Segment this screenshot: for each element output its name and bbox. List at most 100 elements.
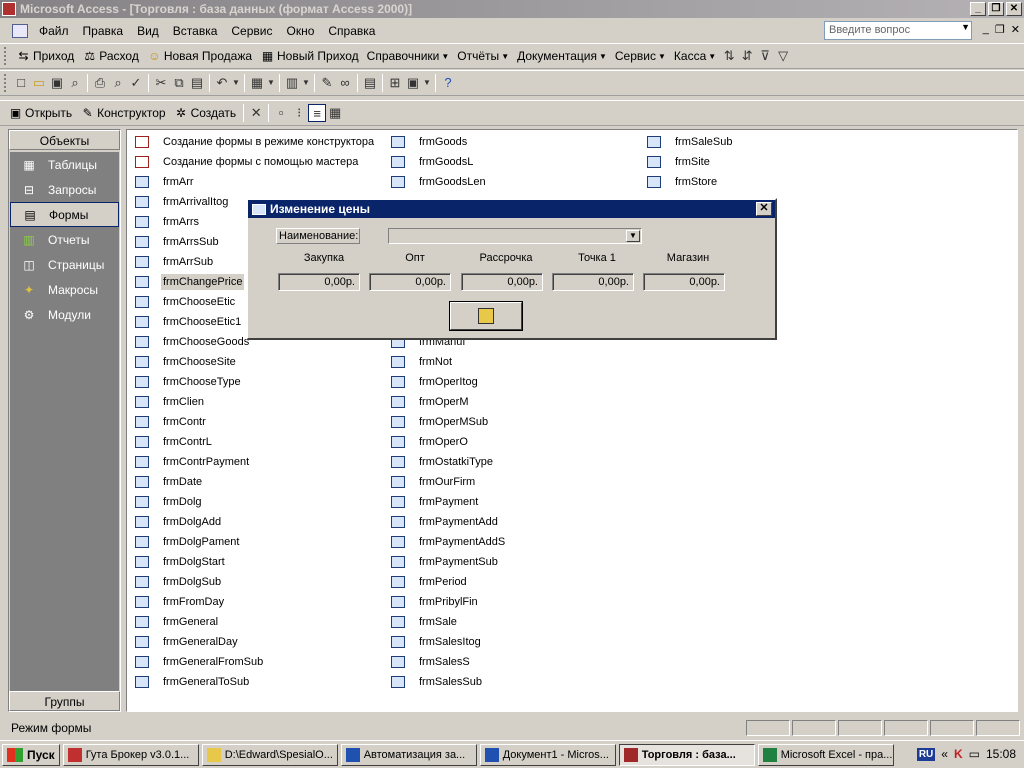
objects-item-macros[interactable]: ✦ Макросы — [10, 277, 119, 302]
objects-header[interactable]: Объекты — [9, 130, 120, 150]
create-button[interactable]: ✲ Создать — [170, 106, 241, 120]
print-preview-icon[interactable]: ⌕ — [109, 74, 127, 92]
price-field-purchase[interactable]: 0,00р. — [278, 273, 360, 291]
toolbar-cash-menu[interactable]: Касса ▼ — [670, 49, 720, 63]
mdi-minimize-button[interactable]: _ — [983, 23, 989, 36]
spelling-icon[interactable]: ✓ — [127, 74, 145, 92]
filter-selection-icon[interactable]: ⊽ — [756, 47, 774, 65]
form-list-item[interactable]: frmOperO — [383, 432, 507, 452]
toolbar-service-menu[interactable]: Сервис ▼ — [611, 49, 670, 63]
menu-file[interactable]: Файл — [32, 24, 76, 38]
task-word-automation[interactable]: Автоматизация за... — [340, 743, 477, 766]
menu-window[interactable]: Окно — [279, 24, 321, 38]
toolbar-expense-button[interactable]: ⚖ Расход — [78, 49, 143, 63]
price-field-shop[interactable]: 0,00р. — [643, 273, 725, 291]
form-list-item[interactable]: frmPeriod — [383, 572, 507, 592]
objects-item-modules[interactable]: ⚙ Модули — [10, 302, 119, 327]
open-folder-icon[interactable]: ▭ — [30, 74, 48, 92]
print-icon[interactable]: ⎙ — [91, 74, 109, 92]
form-list-item[interactable]: frmContrPayment — [127, 452, 376, 472]
office-links-icon[interactable]: ▦ — [248, 74, 266, 92]
start-button[interactable]: Пуск — [2, 743, 60, 766]
list-view-icon[interactable]: ≡ — [308, 104, 327, 122]
form-list-item[interactable]: frmDolg — [127, 492, 376, 512]
form-list-item[interactable]: Создание формы с помощью мастера — [127, 152, 376, 172]
large-icons-view-icon[interactable]: ▫ — [272, 104, 290, 122]
form-list-item[interactable]: frmGeneralFromSub — [127, 652, 376, 672]
new-object-dropdown-icon[interactable]: ▼ — [422, 74, 432, 92]
monitor-icon[interactable]: ▭ — [969, 747, 980, 761]
open-object-button[interactable]: ▣ Открыть — [0, 106, 76, 120]
database-window-icon[interactable] — [12, 23, 28, 38]
sort-descending-icon[interactable]: ⇵ — [738, 47, 756, 65]
relationships-icon[interactable]: ⊞ — [386, 74, 404, 92]
filter-icon[interactable]: ▽ — [774, 47, 792, 65]
help-icon[interactable]: ? — [439, 74, 457, 92]
analyze-icon[interactable]: ▥ — [283, 74, 301, 92]
dialog-close-button[interactable]: ✕ — [756, 202, 772, 216]
form-list-item[interactable]: frmSite — [639, 152, 734, 172]
form-list-item[interactable]: frmChooseType — [127, 372, 376, 392]
form-list-item[interactable]: frmNot — [383, 352, 507, 372]
toolbar-references-menu[interactable]: Справочники ▼ — [363, 49, 454, 63]
menu-tools[interactable]: Сервис — [224, 24, 279, 38]
form-list-item[interactable]: frmGoodsLen — [383, 172, 507, 192]
task-guta-broker[interactable]: Гута Брокер v3.0.1... — [62, 743, 199, 766]
form-list-item[interactable]: frmGeneralDay — [127, 632, 376, 652]
form-list-item[interactable]: frmContrL — [127, 432, 376, 452]
properties-icon[interactable]: ▤ — [361, 74, 379, 92]
toolbar-reports-menu[interactable]: Отчёты ▼ — [453, 49, 513, 63]
minimize-button[interactable]: _ — [970, 2, 986, 16]
search-icon[interactable]: ⌕ — [66, 74, 84, 92]
chevron-down-icon[interactable]: ▼ — [626, 230, 640, 242]
toolbar-income-button[interactable]: ⇆ Приход — [12, 49, 78, 63]
design-button[interactable]: ✎ Конструктор — [76, 106, 169, 120]
toolbar-new-sale-button[interactable]: ☺ Новая Продажа — [143, 49, 256, 63]
new-object-icon[interactable]: ▣ — [404, 74, 422, 92]
task-word-document[interactable]: Документ1 - Micros... — [479, 743, 616, 766]
objects-item-reports[interactable]: ▥ Отчеты — [10, 227, 119, 252]
form-list-item[interactable]: frmSalesS — [383, 652, 507, 672]
form-list-item[interactable]: frmClien — [127, 392, 376, 412]
form-list-item[interactable]: frmSaleSub — [639, 132, 734, 152]
toolbar-new-income-button[interactable]: ▦ Новый Приход — [256, 49, 363, 63]
groups-header[interactable]: Группы — [9, 691, 120, 711]
form-list-item[interactable]: frmStore — [639, 172, 734, 192]
form-list-item[interactable]: frmArr — [127, 172, 376, 192]
form-list-item[interactable]: frmDolgSub — [127, 572, 376, 592]
copy-icon[interactable]: ⧉ — [170, 74, 188, 92]
price-field-point1[interactable]: 0,00р. — [552, 273, 634, 291]
form-list-item[interactable]: frmPaymentAddS — [383, 532, 507, 552]
form-list-item[interactable]: frmChooseSite — [127, 352, 376, 372]
form-list-item[interactable]: frmDolgPament — [127, 532, 376, 552]
task-access[interactable]: Торговля : база... — [618, 743, 755, 766]
form-list-item[interactable]: frmPribylFin — [383, 592, 507, 612]
antivirus-icon[interactable]: K — [954, 747, 963, 761]
form-list-item[interactable]: frmFromDay — [127, 592, 376, 612]
ask-dropdown-arrow-icon[interactable]: ▼ — [961, 22, 970, 32]
new-icon[interactable]: □ — [12, 74, 30, 92]
mdi-restore-button[interactable]: ❐ — [995, 23, 1005, 36]
form-list-item[interactable]: frmContr — [127, 412, 376, 432]
analyze-dropdown-icon[interactable]: ▼ — [301, 74, 311, 92]
delete-icon[interactable]: ✕ — [247, 104, 265, 122]
form-list-item[interactable]: frmDate — [127, 472, 376, 492]
price-field-wholesale[interactable]: 0,00р. — [369, 273, 451, 291]
form-list-item[interactable]: frmPaymentAdd — [383, 512, 507, 532]
details-view-icon[interactable]: ▦ — [326, 104, 344, 122]
form-list-item[interactable]: frmSalesSub — [383, 672, 507, 692]
objects-item-forms[interactable]: ▤ Формы — [10, 202, 119, 227]
menu-help[interactable]: Справка — [321, 24, 382, 38]
form-list-item[interactable]: frmOurFirm — [383, 472, 507, 492]
close-button[interactable]: ✕ — [1006, 2, 1022, 16]
form-list-item[interactable]: frmPaymentSub — [383, 552, 507, 572]
small-icons-view-icon[interactable]: ⁝ — [290, 104, 308, 122]
paste-icon[interactable]: ▤ — [188, 74, 206, 92]
price-field-installment[interactable]: 0,00р. — [461, 273, 543, 291]
form-list-item[interactable]: frmDolgStart — [127, 552, 376, 572]
code-icon[interactable]: ✎ — [318, 74, 336, 92]
form-list-item[interactable]: frmGoods — [383, 132, 507, 152]
tray-expand-icon[interactable]: « — [941, 747, 948, 761]
mdi-close-button[interactable]: ✕ — [1011, 23, 1020, 36]
form-list-item[interactable]: frmDolgAdd — [127, 512, 376, 532]
